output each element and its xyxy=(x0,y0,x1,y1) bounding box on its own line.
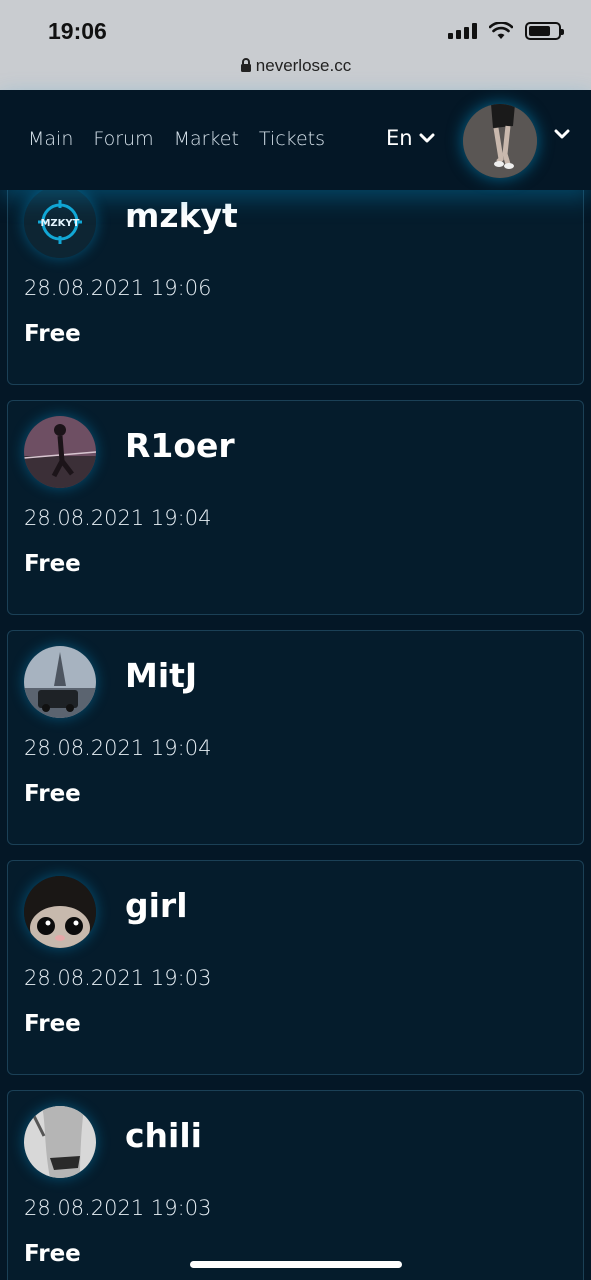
lock-icon xyxy=(240,58,251,72)
wifi-icon xyxy=(489,22,513,39)
avatar: MZKYT xyxy=(24,186,96,258)
avatar xyxy=(24,646,96,718)
address-url: neverlose.cc xyxy=(255,56,352,75)
status-label: Free xyxy=(24,321,81,347)
nav-link-market[interactable]: Market xyxy=(174,128,239,150)
language-selector[interactable]: En xyxy=(386,126,435,150)
avatar xyxy=(24,1106,96,1178)
battery-icon xyxy=(525,22,564,40)
avatar-photo xyxy=(24,876,96,948)
status-label: Free xyxy=(24,781,81,807)
username[interactable]: mzkyt xyxy=(125,196,238,235)
timestamp: 28.08.2021 19:03 xyxy=(24,966,212,990)
cellular-signal-icon xyxy=(448,23,477,39)
avatar-photo xyxy=(463,104,537,178)
nav-links: Main Forum Market Tickets xyxy=(28,128,325,150)
status-label: Free xyxy=(24,1011,81,1037)
user-card[interactable]: chili 28.08.2021 19:03 Free xyxy=(7,1090,584,1280)
browser-status-bar: 19:06 neverlose.cc xyxy=(0,0,591,90)
user-card[interactable]: girl 28.08.2021 19:03 Free xyxy=(7,860,584,1075)
user-card[interactable]: MZKYT mzkyt 28.08.2021 19:06 Free xyxy=(7,170,584,385)
avatar-logo-text: MZKYT xyxy=(40,218,79,229)
status-time: 19:06 xyxy=(48,18,107,44)
address-bar[interactable]: neverlose.cc xyxy=(0,56,591,76)
chevron-down-icon[interactable] xyxy=(554,128,570,140)
username[interactable]: MitJ xyxy=(125,656,197,695)
avatar xyxy=(24,876,96,948)
profile-avatar[interactable] xyxy=(463,104,537,178)
user-card[interactable]: MitJ 28.08.2021 19:04 Free xyxy=(7,630,584,845)
username[interactable]: R1oer xyxy=(125,426,235,465)
avatar-photo xyxy=(24,1106,96,1178)
timestamp: 28.08.2021 19:04 xyxy=(24,506,212,530)
username[interactable]: girl xyxy=(125,886,188,925)
timestamp: 28.08.2021 19:03 xyxy=(24,1196,212,1220)
mzkyt-logo-icon: MZKYT xyxy=(24,186,96,258)
timestamp: 28.08.2021 19:06 xyxy=(24,276,212,300)
site-navbar: Main Forum Market Tickets En xyxy=(0,90,591,190)
avatar xyxy=(24,416,96,488)
nav-link-tickets[interactable]: Tickets xyxy=(259,128,325,150)
home-indicator xyxy=(190,1261,402,1268)
avatar-photo xyxy=(24,416,96,488)
language-label: En xyxy=(386,126,413,150)
user-card[interactable]: R1oer 28.08.2021 19:04 Free xyxy=(7,400,584,615)
chevron-down-icon xyxy=(419,133,435,143)
status-label: Free xyxy=(24,551,81,577)
nav-link-main[interactable]: Main xyxy=(28,128,73,150)
timestamp: 28.08.2021 19:04 xyxy=(24,736,212,760)
nav-link-forum[interactable]: Forum xyxy=(93,128,153,150)
avatar-photo xyxy=(24,646,96,718)
status-label: Free xyxy=(24,1241,81,1267)
username[interactable]: chili xyxy=(125,1116,202,1155)
status-icons xyxy=(448,22,564,40)
